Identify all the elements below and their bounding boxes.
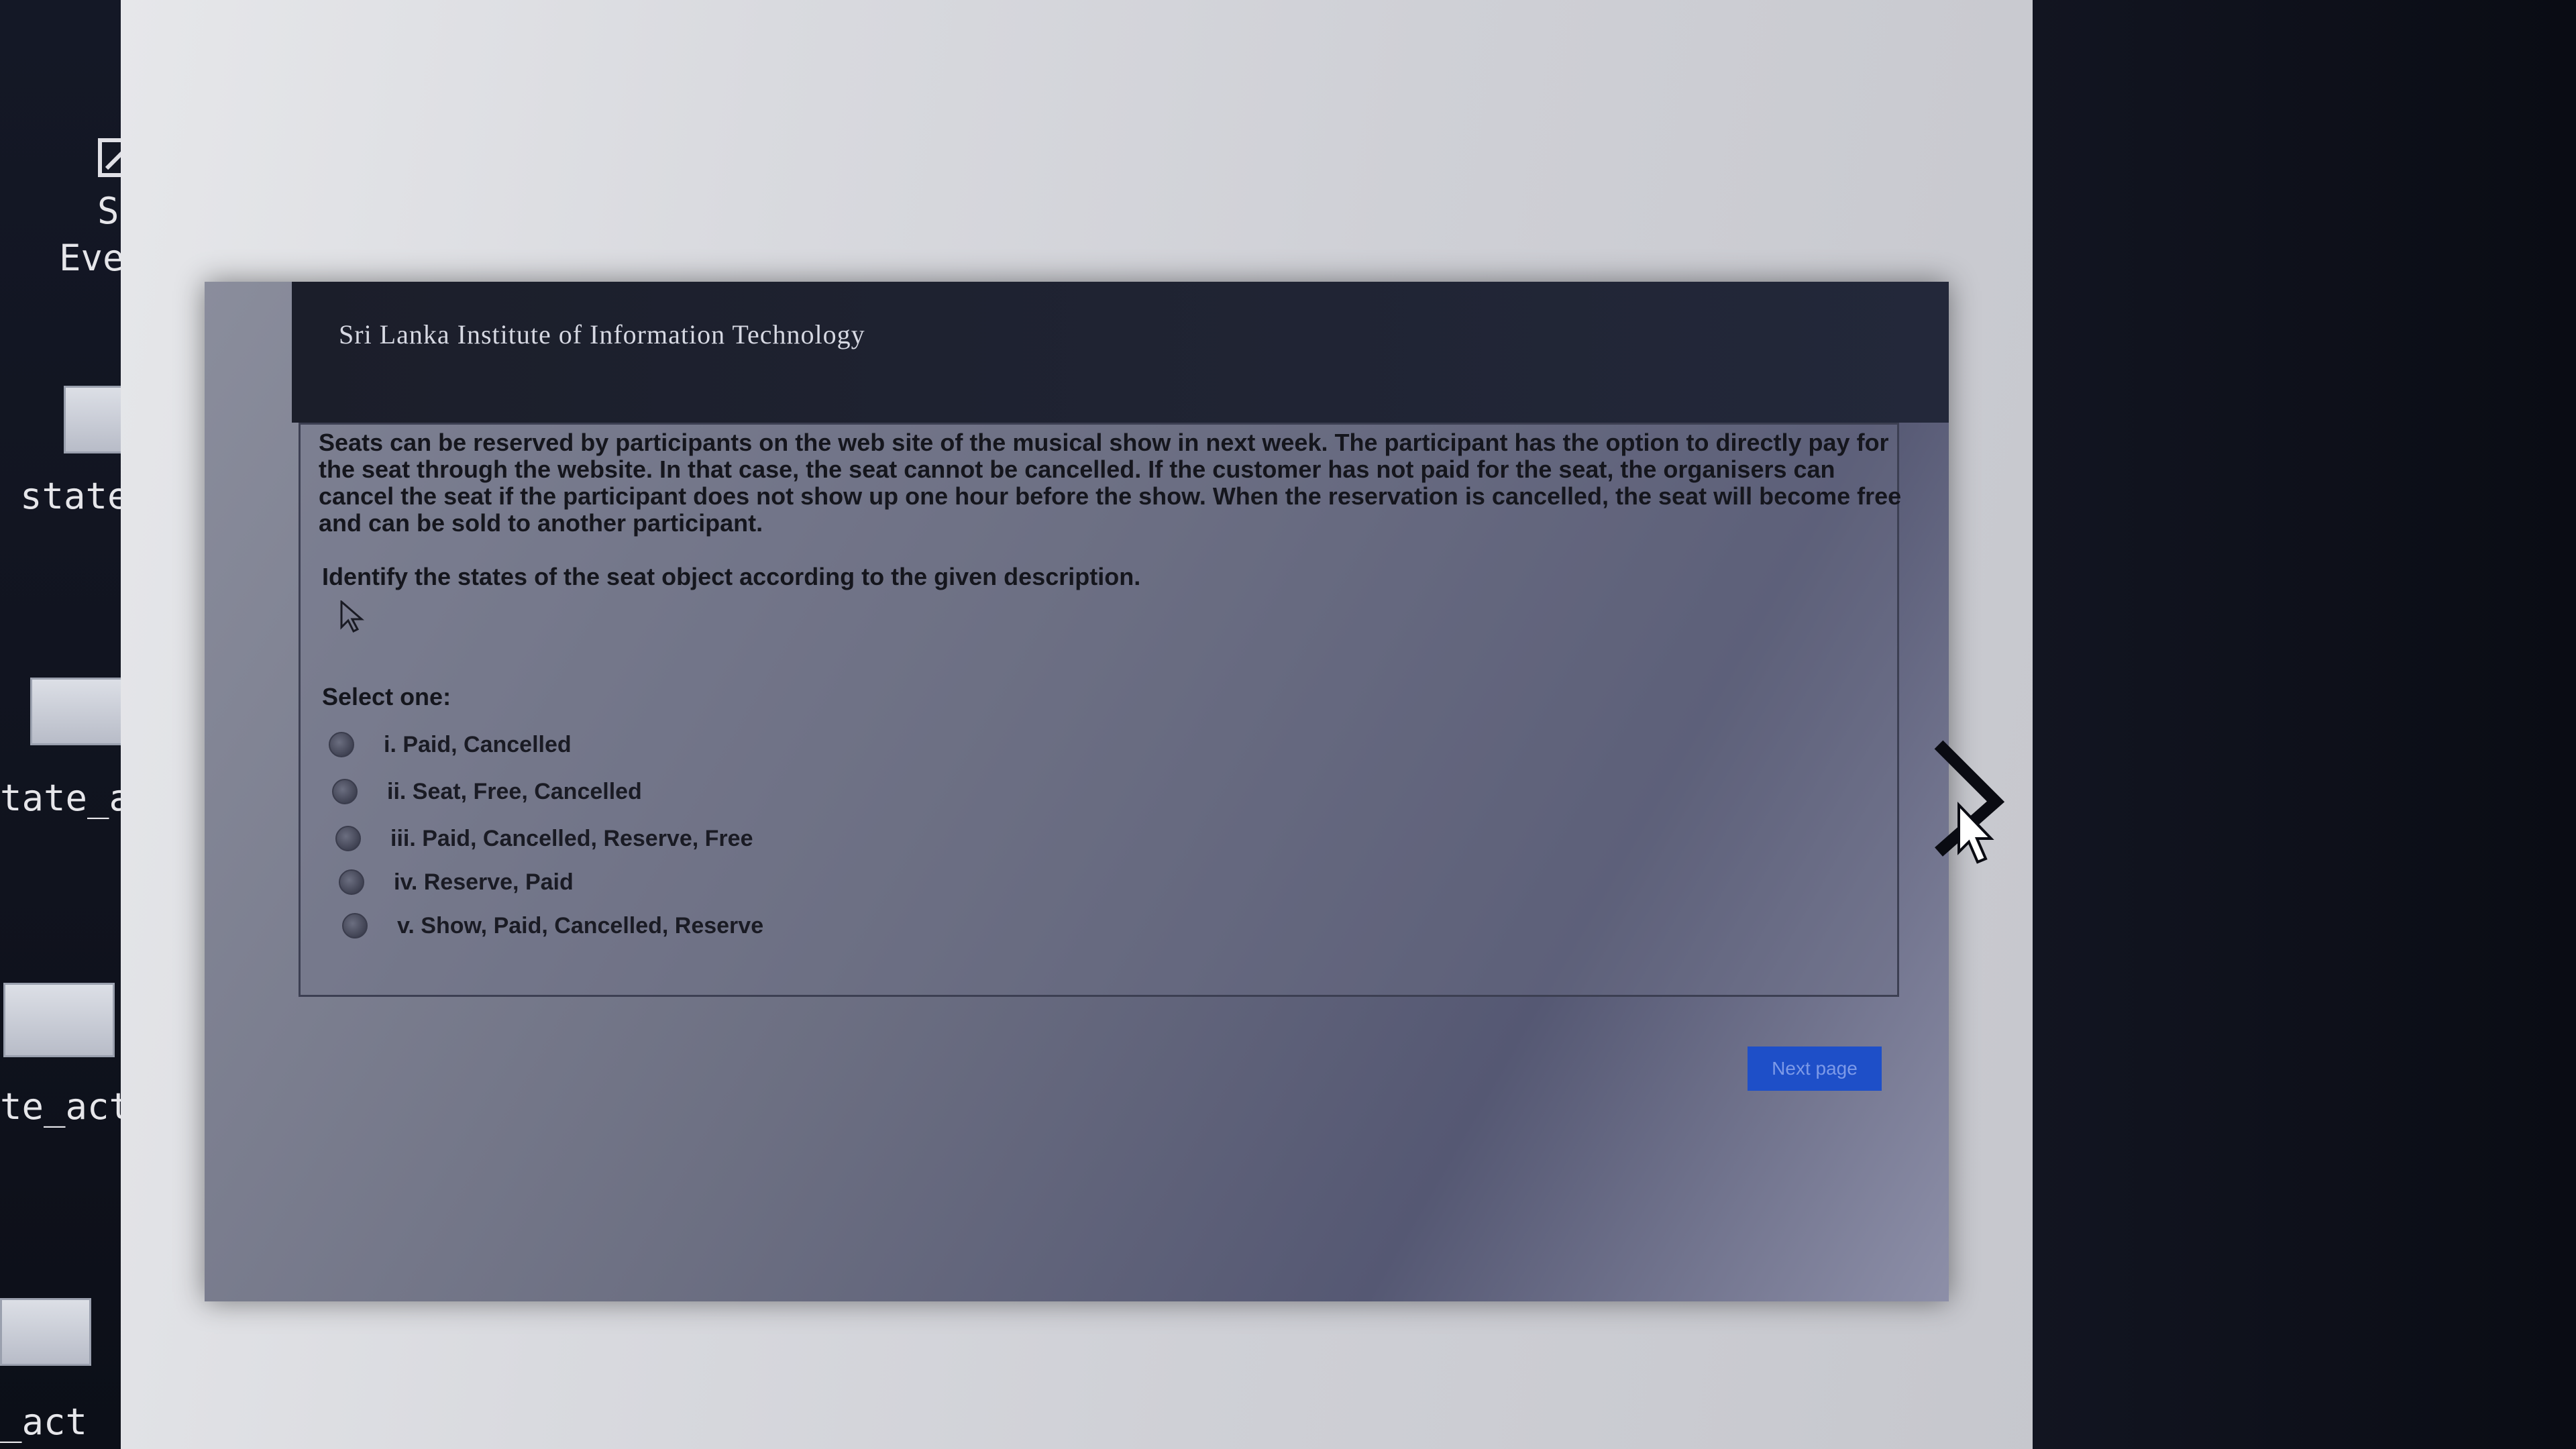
- mouse-cursor-icon: [1934, 740, 2005, 864]
- radio-button[interactable]: [335, 826, 361, 851]
- mouse-pointer-icon: [340, 600, 365, 633]
- photo-of-screen: Search Everything state_act tate_act te_…: [0, 0, 2576, 1449]
- quiz-dialog: Sri Lanka Institute of Information Techn…: [205, 282, 1949, 1301]
- question-scenario: Seats can be reserved by participants on…: [319, 429, 1902, 537]
- question-instruction: Identify the states of the seat object a…: [322, 563, 1141, 590]
- file-thumbnail[interactable]: [0, 1298, 91, 1366]
- option-label[interactable]: v. Show, Paid, Cancelled, Reserve: [397, 913, 763, 939]
- option-label[interactable]: ii. Seat, Free, Cancelled: [387, 779, 642, 805]
- select-one-label: Select one:: [322, 683, 451, 710]
- desktop-icon-label[interactable]: _act: [0, 1399, 87, 1446]
- answer-option[interactable]: i. Paid, Cancelled: [329, 727, 572, 763]
- option-label[interactable]: iii. Paid, Cancelled, Reserve, Free: [390, 826, 753, 852]
- answer-option[interactable]: iv. Reserve, Paid: [339, 864, 574, 900]
- answer-option[interactable]: iii. Paid, Cancelled, Reserve, Free: [335, 820, 753, 857]
- option-label[interactable]: i. Paid, Cancelled: [384, 732, 572, 758]
- option-label[interactable]: iv. Reserve, Paid: [394, 869, 574, 896]
- radio-button[interactable]: [332, 779, 358, 804]
- answer-option[interactable]: ii. Seat, Free, Cancelled: [332, 773, 642, 810]
- monitor-edge: [2033, 0, 2576, 1449]
- next-page-button[interactable]: Next page: [1748, 1046, 1882, 1091]
- desktop-icon-label[interactable]: te_act: [0, 1083, 131, 1130]
- answer-option[interactable]: v. Show, Paid, Cancelled, Reserve: [342, 908, 763, 944]
- radio-button[interactable]: [339, 869, 364, 895]
- institute-name: Sri Lanka Institute of Information Techn…: [339, 319, 865, 350]
- dialog-header: [292, 282, 1949, 423]
- radio-button[interactable]: [329, 732, 354, 757]
- radio-button[interactable]: [342, 913, 368, 938]
- file-thumbnail[interactable]: [3, 983, 115, 1057]
